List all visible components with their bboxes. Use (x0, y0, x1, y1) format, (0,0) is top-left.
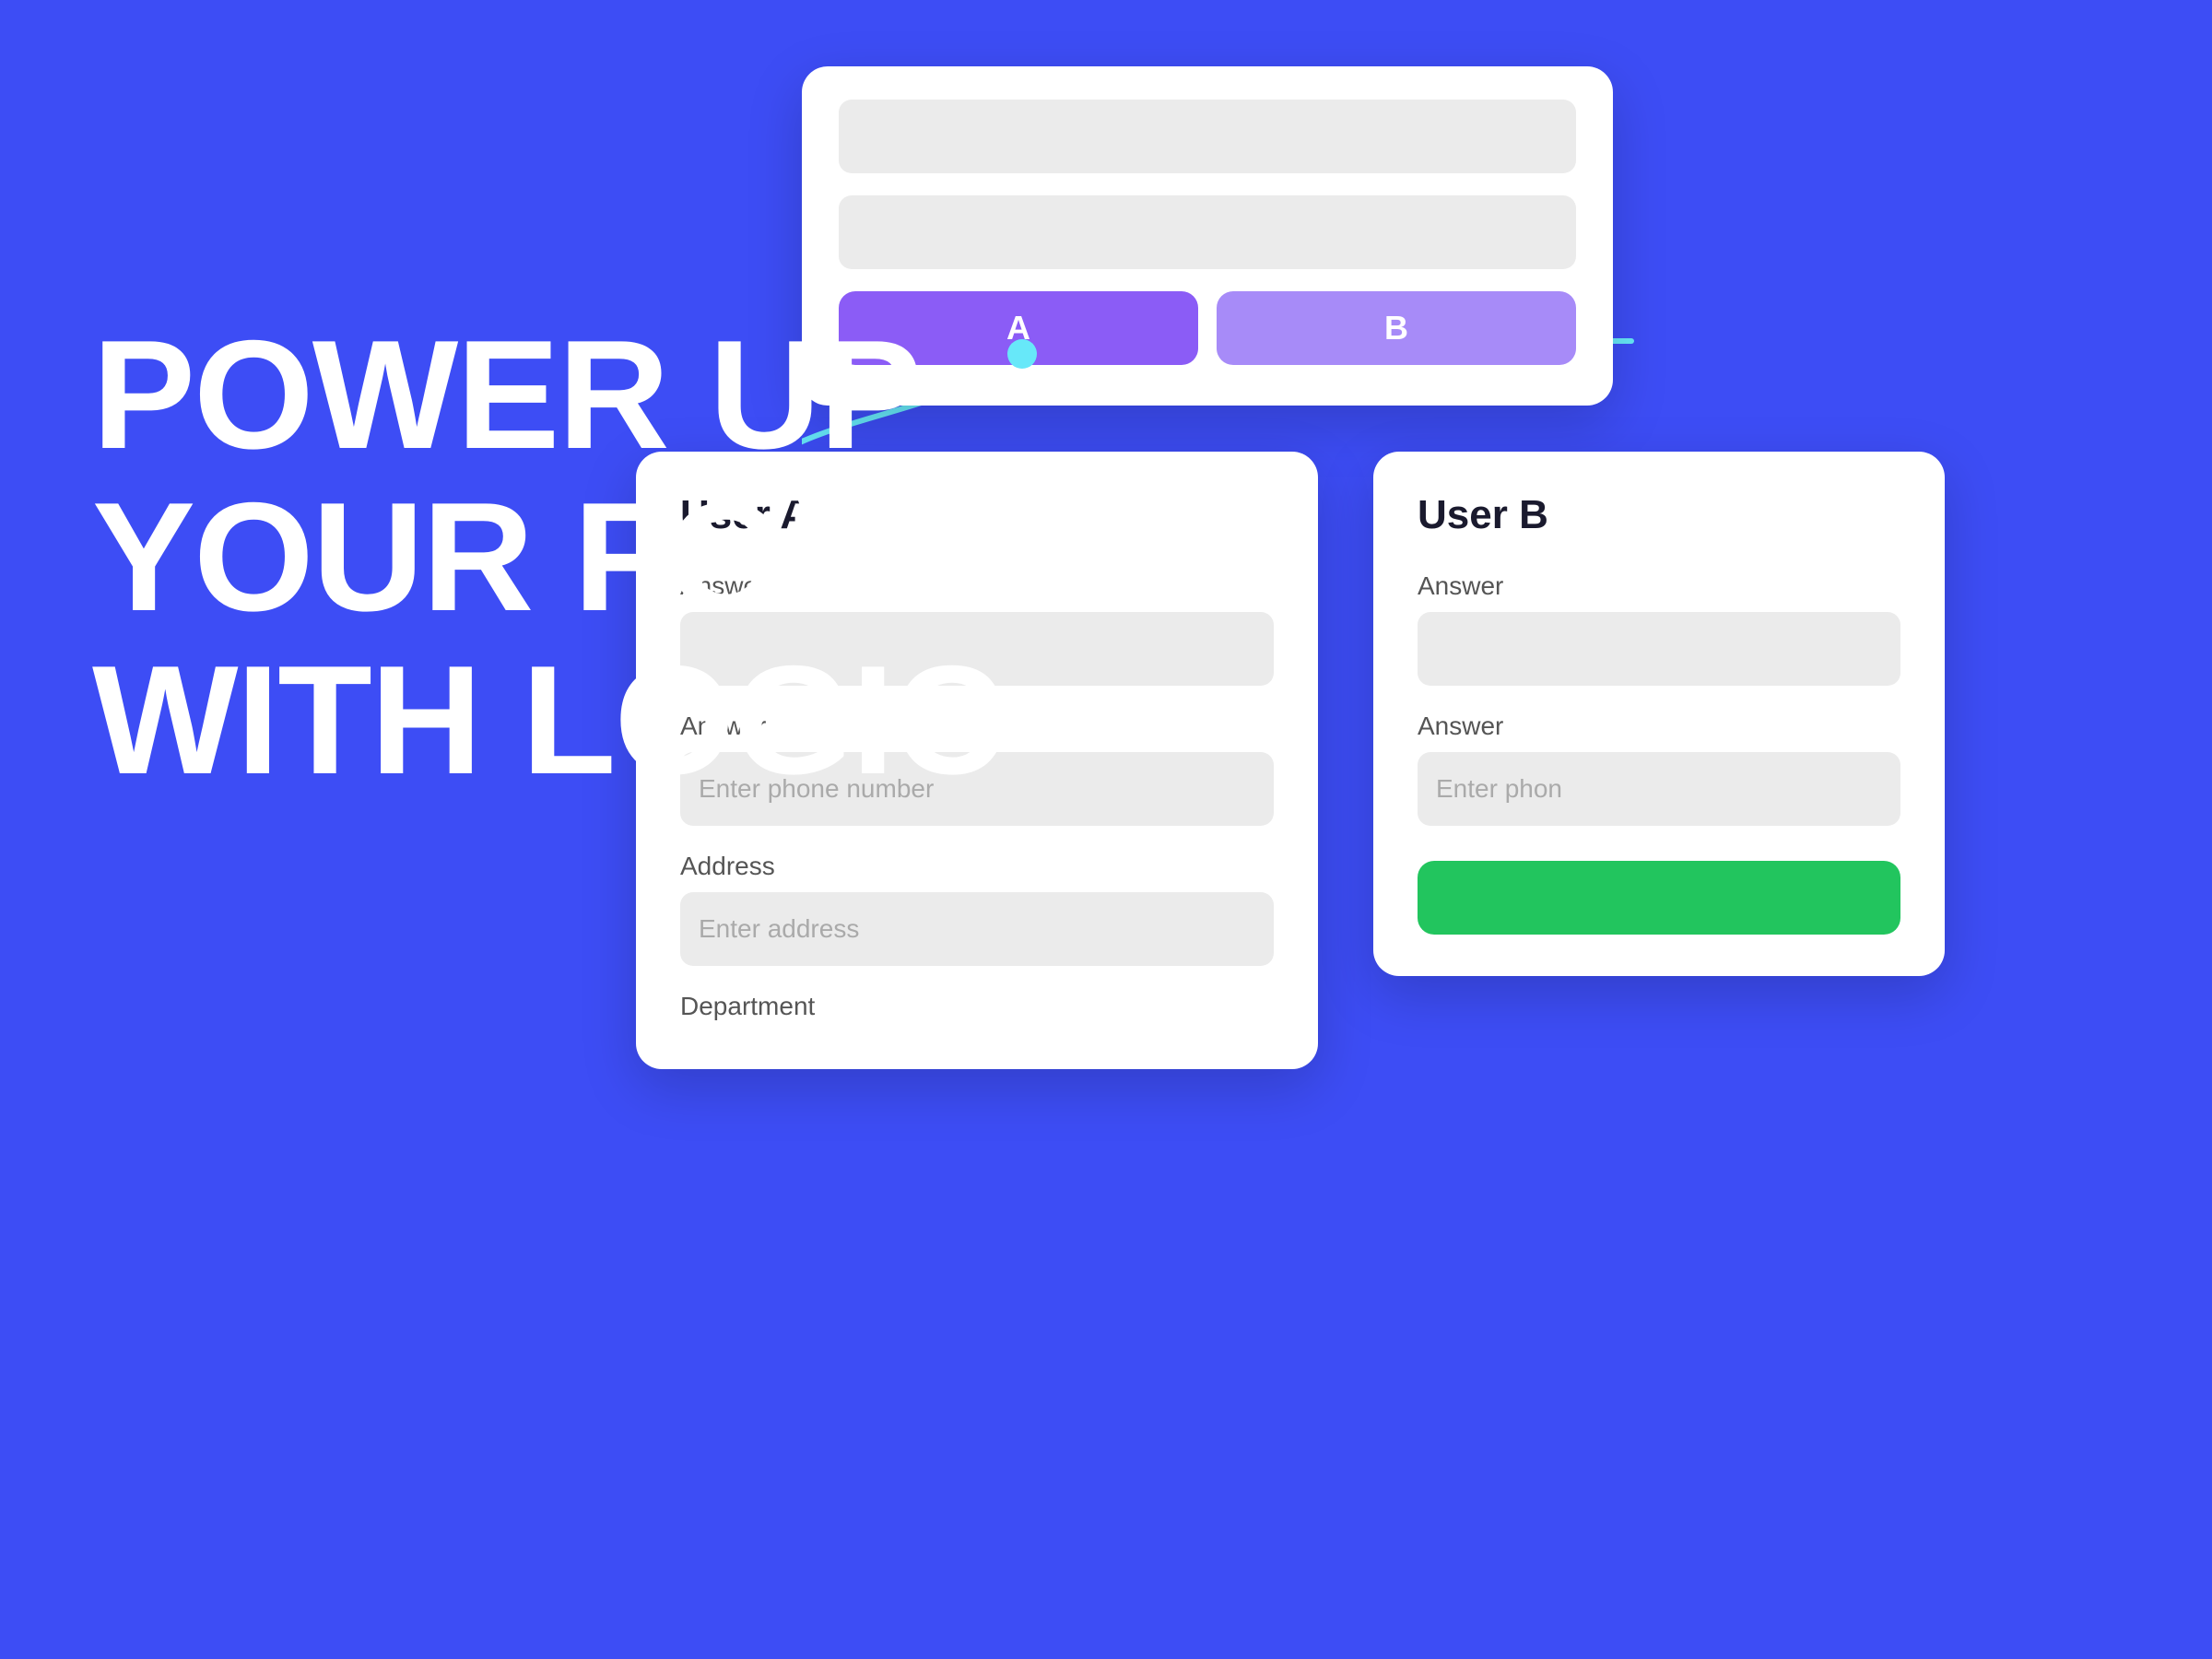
question-field-1 (839, 100, 1576, 173)
hero-title: POWER UP YOUR FORM WITH LOGIC (92, 313, 1022, 801)
hero-line-2: YOUR FORM (92, 470, 1022, 643)
hero-line-1: POWER UP (92, 308, 921, 481)
question-field-2 (839, 195, 1576, 269)
user-b-submit-button[interactable] (1418, 861, 1900, 935)
user-b-field1-label: Answer (1418, 571, 1900, 601)
user-b-field1-input[interactable] (1418, 612, 1900, 686)
user-a-address-label: Address (680, 852, 1274, 881)
user-a-department-label: Department (680, 992, 1274, 1021)
user-b-field2-label: Answer (1418, 712, 1900, 741)
hero-line-3: WITH LOGIC (92, 633, 1003, 806)
user-b-card: User B Answer Answer (1373, 452, 1945, 976)
user-b-phone-input[interactable] (1418, 752, 1900, 826)
user-b-title: User B (1418, 492, 1900, 538)
user-a-address-input[interactable] (680, 892, 1274, 966)
option-b-button[interactable]: B (1217, 291, 1576, 365)
hero-section: POWER UP YOUR FORM WITH LOGIC (92, 313, 1022, 801)
